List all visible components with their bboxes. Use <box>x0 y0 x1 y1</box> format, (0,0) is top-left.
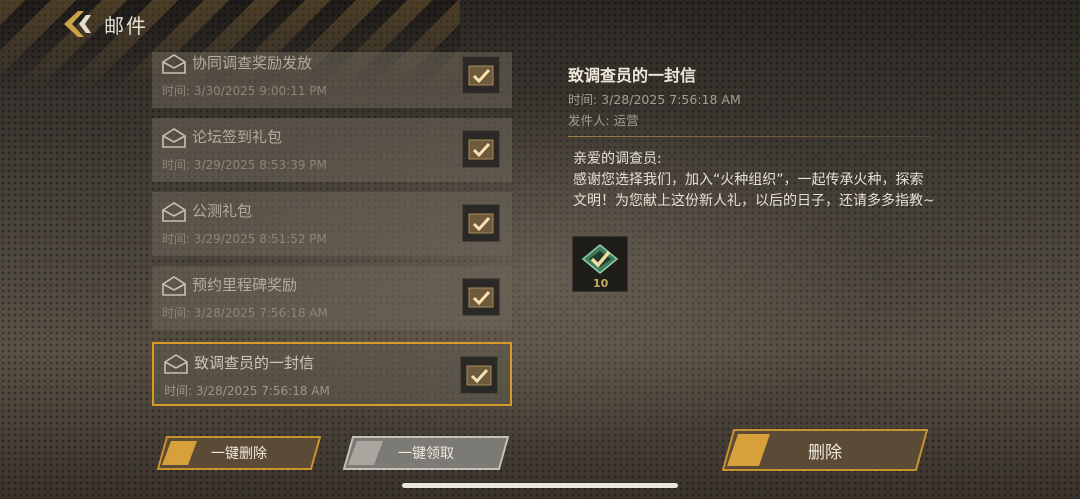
header: 邮件 <box>60 8 148 40</box>
delete-all-label: 一键删除 <box>211 446 267 462</box>
mail-body-text: 感谢您选择我们，加入“火种组织”，一起传承火种，探索文明！为您献上这份新人礼，以… <box>573 172 935 209</box>
attachment-count: 10 <box>593 277 609 290</box>
mail-item[interactable]: 公测礼包 时间: 3/29/2025 8:51:52 PM <box>152 192 512 256</box>
mail-item-title: 协同调查奖励发放 <box>192 54 313 72</box>
mail-item-title: 致调查员的一封信 <box>194 354 315 372</box>
reward-claimed-icon <box>462 204 500 242</box>
mail-item[interactable]: 预约里程碑奖励 时间: 3/28/2025 7:56:18 AM <box>152 266 512 330</box>
mail-detail-sender: 发件人: 运营 <box>568 113 639 128</box>
mail-item-selected[interactable]: 致调查员的一封信 时间: 3/28/2025 7:56:18 AM <box>152 342 512 406</box>
mail-detail-time: 时间: 3/28/2025 7:56:18 AM <box>568 92 741 107</box>
open-envelope-icon <box>162 202 186 222</box>
mail-detail-title: 致调查员的一封信 <box>568 66 697 85</box>
back-icon[interactable] <box>60 9 94 39</box>
divider <box>568 136 930 137</box>
open-envelope-icon <box>162 276 186 296</box>
mail-item-time: 时间: 3/30/2025 9:00:11 PM <box>162 84 327 98</box>
mail-detail: 致调查员的一封信 时间: 3/28/2025 7:56:18 AM 发件人: 运… <box>568 62 938 292</box>
mail-detail-body: 亲爱的调查员: 感谢您选择我们，加入“火种组织”，一起传承火种，探索文明！为您献… <box>568 149 935 212</box>
claim-all-button[interactable]: 一键领取 <box>343 436 509 470</box>
open-envelope-icon <box>164 354 188 374</box>
mail-list[interactable]: 协同调查奖励发放 时间: 3/30/2025 9:00:11 PM 论坛签到礼包… <box>152 52 512 412</box>
mail-item-time: 时间: 3/28/2025 7:56:18 AM <box>162 306 328 320</box>
mail-item-time: 时间: 3/29/2025 8:53:39 PM <box>162 158 327 172</box>
claim-all-label: 一键领取 <box>398 446 454 462</box>
reward-claimed-icon <box>462 130 500 168</box>
home-indicator[interactable] <box>402 483 678 488</box>
mail-item-time: 时间: 3/28/2025 7:56:18 AM <box>164 384 330 398</box>
mail-item-title: 预约里程碑奖励 <box>192 276 298 294</box>
reward-claimed-icon <box>462 56 500 94</box>
mail-item-time: 时间: 3/29/2025 8:51:52 PM <box>162 232 327 246</box>
mail-item-title: 论坛签到礼包 <box>192 128 283 146</box>
mail-item-title: 公测礼包 <box>192 202 253 220</box>
delete-label: 删除 <box>808 442 842 463</box>
mail-item[interactable]: 论坛签到礼包 时间: 3/29/2025 8:53:39 PM <box>152 118 512 182</box>
open-envelope-icon <box>162 128 186 148</box>
mail-greeting: 亲爱的调查员: <box>573 151 662 167</box>
reward-claimed-icon <box>462 278 500 316</box>
page-title: 邮件 <box>104 13 148 38</box>
delete-button[interactable]: 删除 <box>722 429 928 471</box>
delete-all-button[interactable]: 一键删除 <box>157 436 321 470</box>
mail-item[interactable]: 协同调查奖励发放 时间: 3/30/2025 9:00:11 PM <box>152 52 512 108</box>
open-envelope-icon <box>162 54 186 74</box>
attachment-item[interactable]: 10 <box>572 236 628 292</box>
reward-claimed-icon <box>460 356 498 394</box>
